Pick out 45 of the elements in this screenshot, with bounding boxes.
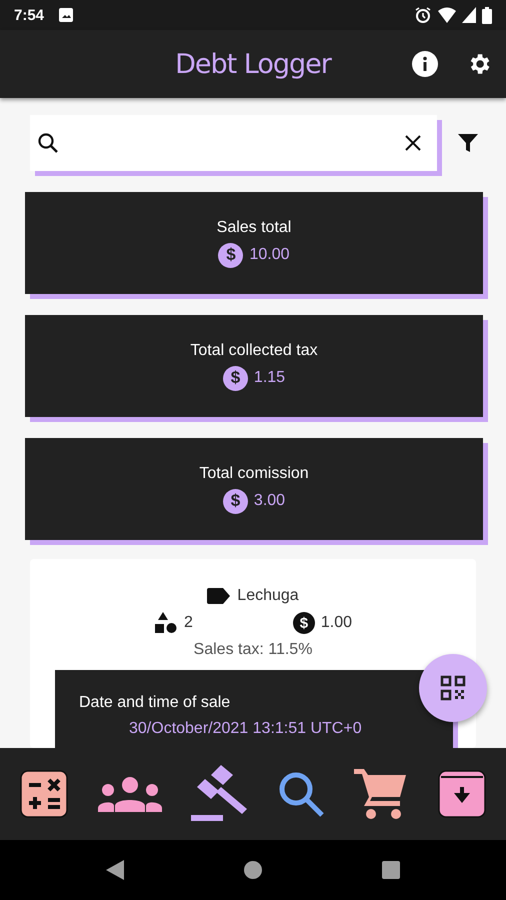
date-label: Date and time of sale [79, 694, 232, 712]
status-time: 7:54 [14, 6, 44, 24]
cart-icon [354, 767, 408, 821]
dollar-icon: $ [222, 488, 248, 514]
qr-code-icon [440, 675, 466, 701]
quantity: 2 [184, 614, 193, 632]
people-icon [98, 776, 162, 812]
signal-icon [462, 7, 476, 23]
card-label: Total collected tax [190, 342, 318, 360]
nav-button[interactable] [276, 770, 325, 818]
dollar-icon: $ [218, 242, 244, 268]
shapes-icon [154, 611, 178, 635]
nav-button[interactable] [98, 776, 162, 812]
price: 1.00 [320, 614, 352, 632]
card-label: Sales total [216, 218, 292, 236]
info-icon[interactable] [412, 51, 438, 77]
sale-date: 30/October/2021 13:1:51 UTC+0 [129, 720, 363, 738]
image-icon [58, 7, 74, 23]
search-icon [36, 131, 60, 155]
nav-button[interactable] [191, 765, 248, 823]
back-icon[interactable] [106, 860, 124, 880]
card-amount: 3.00 [254, 492, 286, 510]
tag-icon [207, 588, 232, 604]
battery-icon [482, 6, 492, 24]
nav-button[interactable] [354, 767, 408, 821]
card-amount: 10.00 [249, 246, 290, 264]
dollar-icon: $ [222, 366, 248, 390]
archive-icon [437, 769, 488, 819]
close-icon[interactable] [403, 133, 423, 153]
nav-button[interactable] [18, 769, 69, 819]
nav-button[interactable] [437, 769, 488, 819]
app-title: Debt Logger [175, 48, 331, 80]
calculator-icon [18, 769, 69, 819]
alarm-icon [414, 6, 432, 24]
card-label: Total comission [199, 464, 309, 482]
sales-tax: Sales tax: 11.5% [194, 641, 312, 659]
product-name: Lechuga [237, 587, 299, 605]
gavel-icon [191, 765, 248, 823]
search-icon [276, 770, 325, 818]
search-field[interactable] [30, 115, 437, 171]
card-amount: 1.15 [254, 369, 286, 387]
wifi-icon [438, 7, 456, 23]
dollar-icon: $ [292, 612, 315, 634]
filter-icon[interactable] [457, 132, 479, 154]
home-icon[interactable] [244, 861, 262, 879]
